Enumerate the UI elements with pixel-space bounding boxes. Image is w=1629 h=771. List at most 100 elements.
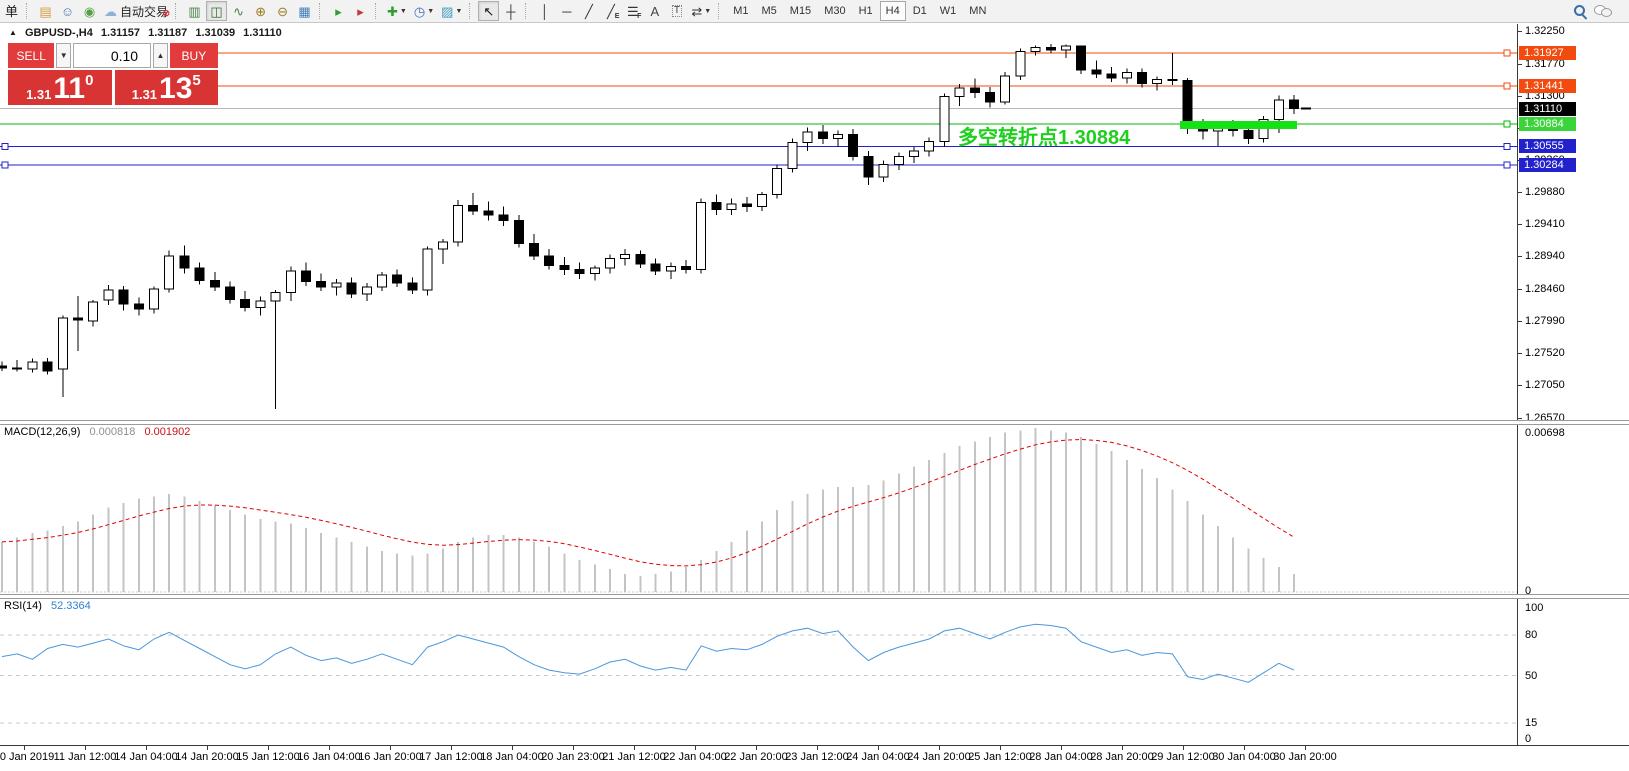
line-chart-icon[interactable]: ∿ xyxy=(228,1,249,21)
candle[interactable] xyxy=(773,165,782,199)
candle[interactable] xyxy=(590,265,599,280)
candle[interactable] xyxy=(1062,45,1071,59)
candle[interactable] xyxy=(1031,45,1040,55)
sell-button[interactable]: SELL xyxy=(8,43,54,68)
candle[interactable] xyxy=(271,290,280,409)
candle[interactable] xyxy=(1290,95,1299,114)
fibonacci-icon[interactable]: ☰F xyxy=(622,1,643,21)
candle[interactable] xyxy=(1001,72,1010,105)
candle[interactable] xyxy=(575,263,584,279)
signals-icon[interactable]: ◉ xyxy=(79,1,100,21)
candle[interactable] xyxy=(286,267,295,301)
candle[interactable] xyxy=(150,286,159,313)
text-label-icon[interactable]: T xyxy=(666,1,687,21)
candle[interactable] xyxy=(682,260,691,274)
timeframe-button-d1[interactable]: D1 xyxy=(907,1,933,21)
candle[interactable] xyxy=(241,291,250,311)
timeframe-button-mn[interactable]: MN xyxy=(963,1,992,21)
candle[interactable] xyxy=(788,139,797,173)
candle[interactable] xyxy=(864,151,873,185)
line-end-marker[interactable] xyxy=(1504,143,1510,149)
candle[interactable] xyxy=(758,192,767,211)
candle[interactable] xyxy=(302,263,311,286)
indicators-icon[interactable]: ✚▼ xyxy=(384,1,410,21)
trendline-icon[interactable]: ╱ xyxy=(578,1,599,21)
candle[interactable] xyxy=(499,207,508,226)
cursor-icon[interactable]: ↖ xyxy=(478,1,499,21)
equidistant-channel-icon[interactable]: ╱E xyxy=(600,1,621,21)
candle[interactable] xyxy=(454,200,463,246)
zoom-in-icon[interactable]: ⊕ xyxy=(250,1,271,21)
timeframe-button-m15[interactable]: M15 xyxy=(784,1,817,21)
timeframe-button-m5[interactable]: M5 xyxy=(756,1,783,21)
candle[interactable] xyxy=(803,128,812,151)
candle[interactable] xyxy=(378,272,387,291)
candle[interactable] xyxy=(879,160,888,182)
candle[interactable] xyxy=(89,300,98,327)
zoom-out-icon[interactable]: ⊖ xyxy=(272,1,293,21)
price-chart-canvas[interactable] xyxy=(0,24,1517,421)
candle[interactable] xyxy=(697,199,706,274)
candle[interactable] xyxy=(727,199,736,215)
pane-separator[interactable] xyxy=(0,420,1629,425)
candle[interactable] xyxy=(1107,67,1116,82)
expert-advisors-icon[interactable]: ☺ xyxy=(57,1,78,21)
candle[interactable] xyxy=(530,234,539,260)
candle[interactable] xyxy=(13,360,22,372)
candle[interactable] xyxy=(180,246,189,274)
candle[interactable] xyxy=(362,283,371,301)
candle[interactable] xyxy=(1077,45,1086,74)
candle[interactable] xyxy=(210,272,219,291)
candle[interactable] xyxy=(1122,68,1131,83)
text-icon[interactable]: A xyxy=(644,1,665,21)
candle[interactable] xyxy=(925,137,934,156)
candle[interactable] xyxy=(986,87,995,107)
macd-pane-canvas[interactable] xyxy=(0,424,1517,594)
volume-input[interactable] xyxy=(73,43,151,68)
candle[interactable] xyxy=(408,278,417,294)
candle[interactable] xyxy=(74,296,83,351)
candle[interactable] xyxy=(910,147,919,163)
line-end-marker[interactable] xyxy=(1504,50,1510,56)
candle[interactable] xyxy=(1016,49,1025,80)
vertical-line-icon[interactable]: │ xyxy=(534,1,555,21)
candle[interactable] xyxy=(28,359,37,373)
candle[interactable] xyxy=(104,285,113,305)
candle[interactable] xyxy=(636,250,645,268)
pane-separator[interactable] xyxy=(0,594,1629,599)
timeframe-button-m30[interactable]: M30 xyxy=(818,1,851,21)
candle[interactable] xyxy=(119,286,128,311)
candle[interactable] xyxy=(545,249,554,269)
candle[interactable] xyxy=(1138,68,1147,87)
candle[interactable] xyxy=(393,269,402,287)
candle[interactable] xyxy=(165,250,174,292)
candle[interactable] xyxy=(560,257,569,275)
horizontal-line-icon[interactable]: ─ xyxy=(556,1,577,21)
candle[interactable] xyxy=(818,125,827,144)
candle[interactable] xyxy=(894,152,903,170)
timeframe-button-h1[interactable]: H1 xyxy=(853,1,879,21)
new-order-button[interactable]: 单 xyxy=(1,1,22,21)
candle[interactable] xyxy=(58,316,67,397)
candle[interactable] xyxy=(438,239,447,264)
candle[interactable] xyxy=(43,358,52,374)
candle[interactable] xyxy=(955,84,964,106)
line-end-marker[interactable] xyxy=(1504,162,1510,168)
candle[interactable] xyxy=(606,254,615,273)
line-end-marker[interactable] xyxy=(2,143,8,149)
line-end-marker[interactable] xyxy=(1504,83,1510,89)
search-icon[interactable] xyxy=(1569,1,1590,21)
candle[interactable] xyxy=(469,193,478,215)
candlestick-chart-icon[interactable]: ◫ xyxy=(206,1,227,21)
volume-decrease-button[interactable]: ▼ xyxy=(56,43,71,68)
periods-icon[interactable]: ◷▼ xyxy=(411,1,437,21)
bar-chart-icon[interactable]: ▥ xyxy=(184,1,205,21)
candle[interactable] xyxy=(514,215,523,248)
chart-shift-icon[interactable]: ▸ xyxy=(350,1,371,21)
candle[interactable] xyxy=(484,201,493,220)
buy-button[interactable]: BUY xyxy=(170,43,218,68)
crosshair-icon[interactable]: ┼ xyxy=(500,1,521,21)
timeframe-button-h4[interactable]: H4 xyxy=(880,1,906,21)
candle[interactable] xyxy=(849,129,858,160)
line-end-marker[interactable] xyxy=(1504,121,1510,127)
